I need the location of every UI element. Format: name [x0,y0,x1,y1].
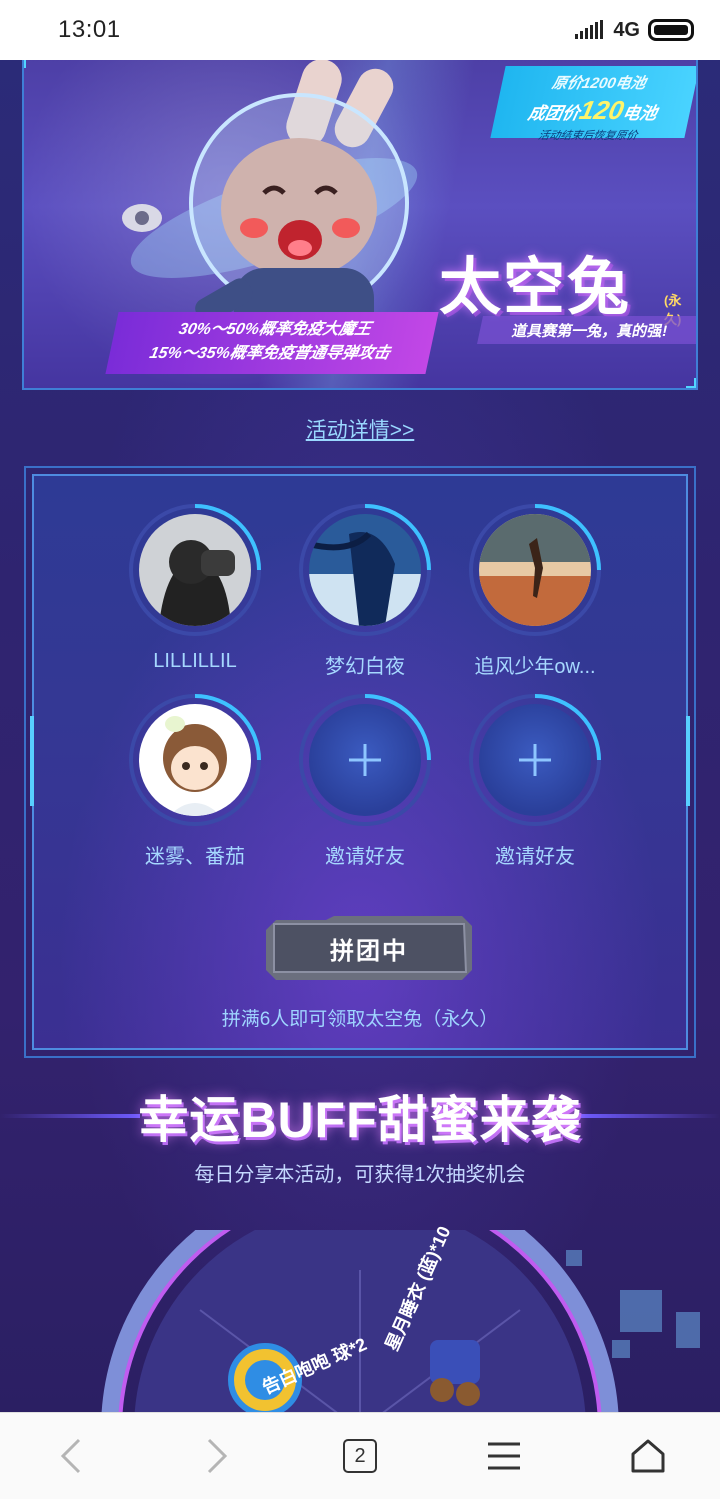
plus-icon [519,744,551,776]
back-icon [60,1438,81,1474]
price-tag: 原价1200电池 成团价120电池 活动结束后恢复原价 [490,66,696,142]
price-original: 原价1200电池 [550,75,648,92]
member-name: 迷雾、番茄 [145,846,245,868]
member-name: 梦幻白夜 [325,656,405,678]
back-button[interactable] [32,1426,112,1486]
status-time: 13:01 [58,16,121,43]
tabs-icon: 2 [343,1439,377,1473]
odds-line-boss: 30%～50%概率免疫大魔王 [177,321,373,338]
buff-subtitle: 每日分享本活动，可获得1次抽奖机会 [194,1164,526,1186]
avatar [139,514,251,626]
immunity-odds: 30%～50%概率免疫大魔王 15%～35%概率免疫普通导弹攻击 [105,312,439,374]
invite-label[interactable]: 邀请好友 [460,840,610,869]
network-type: 4G [613,18,640,41]
member-slot-1: LILLILLIL [120,500,270,673]
member-name: LILLILLIL [153,650,237,672]
forward-icon [207,1438,228,1474]
invite-button[interactable] [309,704,421,816]
odds-line-missile: 15%～35%概率免疫普通导弹攻击 [147,345,392,362]
price-group: 成团价120电池 [526,95,659,125]
activity-details-link[interactable]: 活动详情>> [0,414,720,444]
plus-icon [349,744,381,776]
avatar [139,704,251,816]
invite-slot-1[interactable]: 邀请好友 [290,690,440,869]
status-indicators: 4G [575,19,694,42]
menu-icon [488,1442,520,1470]
group-buy-panel: LILLILLIL 梦幻白夜 追风少年ow... 迷雾、番茄 邀请好友 邀请好友… [24,466,696,1058]
status-bar: 13:01 4G [0,0,720,60]
product-name: 太空兔 [439,253,632,322]
invite-slot-2[interactable]: 邀请好友 [460,690,610,869]
signal-icon [575,20,604,39]
home-button[interactable] [608,1426,688,1486]
group-status-button[interactable]: 拼团中 [266,916,472,980]
group-note: 拼满6人即可领取太空兔（永久） [221,1009,499,1030]
activity-page: 原价1200电池 成团价120电池 活动结束后恢复原价 太空兔 (永久) 道具赛… [0,60,720,1412]
member-slot-3: 追风少年ow... [460,500,610,679]
member-slot-2: 梦幻白夜 [290,500,440,679]
tabs-button[interactable]: 2 [320,1426,400,1486]
home-icon [631,1439,665,1473]
member-name: 追风少年ow... [474,656,596,678]
product-banner: 原价1200电池 成团价120电池 活动结束后恢复原价 太空兔 (永久) 道具赛… [22,60,698,390]
invite-button[interactable] [479,704,591,816]
avatar [479,514,591,626]
member-slot-4: 迷雾、番茄 [120,690,270,869]
group-buy-inner: LILLILLIL 梦幻白夜 追风少年ow... 迷雾、番茄 邀请好友 邀请好友… [30,474,690,1050]
product-slogan: 道具赛第一兔，真的强! [477,316,696,344]
buff-title: 幸运BUFF甜蜜来袭 [138,1092,582,1148]
invite-label[interactable]: 邀请好友 [290,840,440,869]
browser-bottom-nav: 2 [0,1412,720,1499]
avatar [309,514,421,626]
lottery-wheel[interactable] [100,1230,620,1412]
menu-button[interactable] [464,1426,544,1486]
price-note: 活动结束后恢复原价 [536,130,639,142]
battery-icon [648,19,694,41]
forward-button[interactable] [176,1426,256,1486]
